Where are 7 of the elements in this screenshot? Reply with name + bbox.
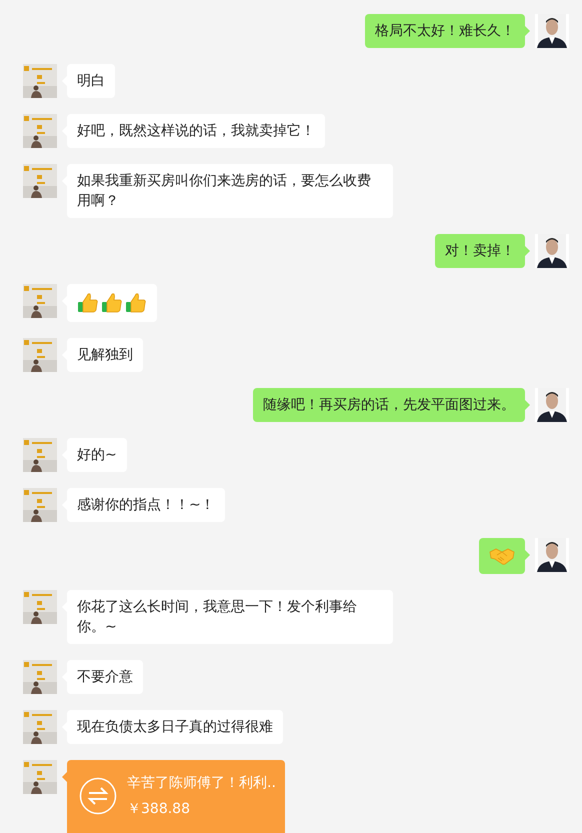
thumbs-up-icon	[101, 292, 123, 314]
thumbs-up-icon	[125, 292, 147, 314]
transfer-note: 辛苦了陈师傅了！利利..	[127, 774, 276, 793]
transfer-icon	[79, 777, 117, 815]
thumbs-up-icon	[77, 292, 99, 314]
transfer-amount: ￥388.88	[127, 800, 191, 819]
handshake-icon	[489, 546, 515, 566]
